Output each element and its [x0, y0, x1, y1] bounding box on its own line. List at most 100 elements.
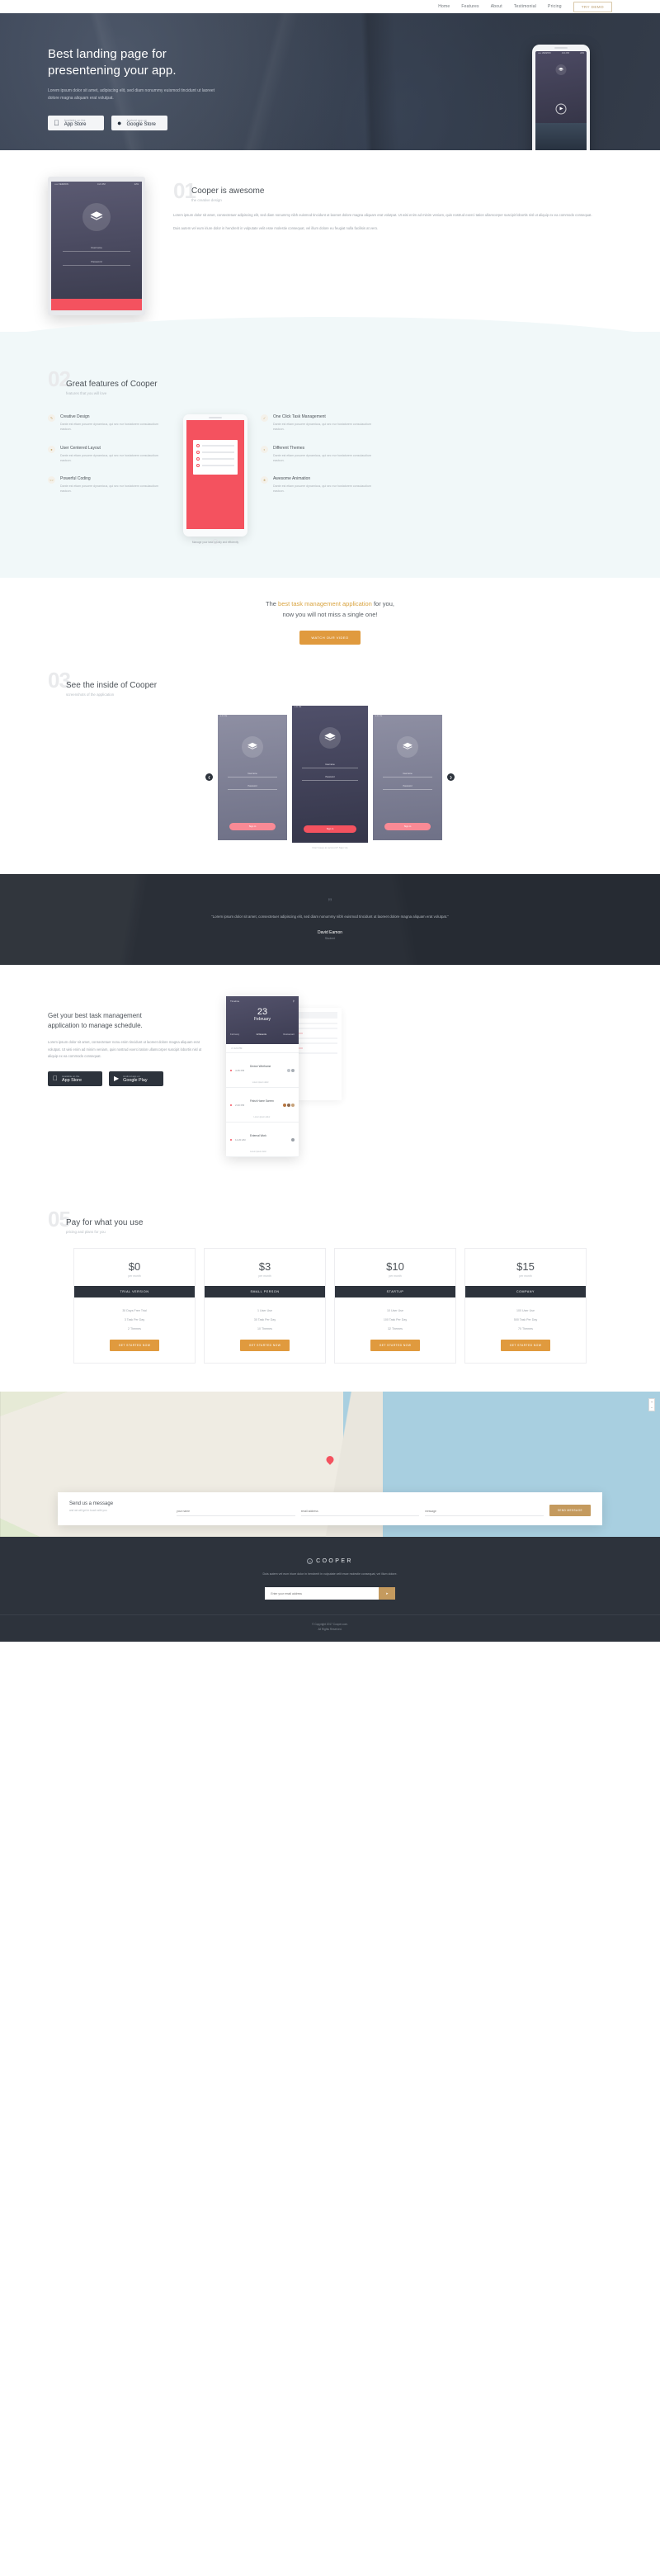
newsletter-form: ➤ — [0, 1587, 660, 1600]
hero-title-line1: Best landing page for — [48, 47, 167, 61]
item-time: 4:45 PM — [235, 1068, 245, 1072]
cta-pre: The — [266, 600, 279, 608]
bullet-icon — [230, 1069, 232, 1071]
map-section[interactable]: + − Send us a message and we will get in… — [0, 1392, 660, 1538]
phone-time: 4:21 PM — [561, 52, 569, 54]
timeline-tab-february[interactable]: February — [230, 1033, 239, 1036]
arrow-right-icon[interactable]: ➤ — [379, 1587, 395, 1600]
map-zoom-in-button[interactable]: + — [649, 1399, 654, 1405]
check-icon — [196, 457, 200, 461]
slide-password: Password — [383, 785, 432, 790]
plan-price: $15 — [516, 1260, 535, 1274]
section01-title: Cooper is awesome — [191, 187, 265, 196]
google-store-label: Google Store — [126, 122, 156, 127]
item-sub: Lorem ipsum dolor — [250, 1151, 266, 1154]
plan-tier: COMPANY — [465, 1286, 586, 1298]
avatar-group — [291, 1137, 295, 1141]
timeline-current-time: ⏱ 4:21 PM — [226, 1044, 299, 1054]
send-message-button[interactable]: SEND MESSAGE — [549, 1505, 591, 1517]
newsletter-email-input[interactable] — [265, 1587, 380, 1600]
timeline-card: Timeline ⚲ 23 February February 12 Event… — [226, 996, 299, 1158]
feature-text: Dante est etiam posuere dynamicus, qui s… — [60, 484, 159, 494]
nav-item-features[interactable]: Features — [461, 4, 478, 9]
plan-cta-button[interactable]: GET STARTED NOW — [370, 1340, 421, 1352]
plan-feature: 30 Days Free Trial — [122, 1308, 147, 1312]
nav-item-home[interactable]: Home — [438, 4, 450, 9]
chevron-right-icon[interactable]: ❯ — [447, 773, 455, 782]
section01-paragraph-1: Lorem ipsum dolor sit amet, consectetuer… — [173, 213, 592, 217]
plan-feature: 10 Themes — [257, 1326, 272, 1331]
contact-title: Send us a message — [69, 1501, 114, 1507]
slide-signin-button[interactable]: Sign in — [384, 822, 431, 830]
plan-feature: 10 User Use — [387, 1308, 403, 1312]
email-input[interactable] — [300, 1507, 420, 1517]
timeline-item[interactable]: 4:45 PM Device Wireframe Lorem ipsum dol… — [226, 1053, 299, 1089]
slide-center[interactable]: 4:21 PM Username Password Sign in — [292, 705, 368, 843]
section01-phone-mockup: ••••• VERIZON 4:21 PM 22% Username Passw… — [48, 177, 145, 315]
item-title: External Work — [250, 1134, 266, 1138]
name-input[interactable] — [177, 1507, 295, 1517]
search-icon[interactable]: ⚲ — [293, 1000, 295, 1003]
app-store-label: App Store — [59, 122, 87, 127]
map-zoom-controls[interactable]: + − — [648, 1398, 655, 1412]
plan-feature: 100 User Use — [516, 1308, 535, 1312]
section-great-features: 02 Great features of Cooper features tha… — [0, 316, 660, 579]
timeline-tab-events[interactable]: 12 Events — [257, 1033, 266, 1036]
map-zoom-out-button[interactable]: − — [649, 1405, 654, 1411]
slide-left[interactable]: 4:21 PM Username Password Sign in — [218, 714, 287, 840]
plan-feature: 500 Task Per Day — [513, 1317, 538, 1321]
chevron-left-icon[interactable]: ❮ — [205, 773, 213, 782]
slide-password: Password — [302, 776, 358, 781]
nav-item-testimonial[interactable]: Testimonial — [514, 4, 536, 9]
testimonial-section: ” “Lorem ipsum dolor sit amet, consectet… — [0, 873, 660, 966]
plan-cta-button[interactable]: GET STARTED NOW — [500, 1340, 551, 1352]
google-store-button[interactable]: ● Android app on Google Store — [111, 116, 167, 130]
feature-item: ◐ Different Themes Dante est etiam posue… — [261, 445, 383, 464]
app-store-button[interactable]:  Available on the App Store — [48, 116, 104, 130]
hero-phone-screen: ••••• VERIZON 4:21 PM 22% — [535, 51, 587, 150]
try-demo-button[interactable]: TRY DEMO — [573, 1, 612, 12]
feature-title: Different Themes — [273, 445, 305, 451]
plan-feature: 100 Task Per Day — [383, 1317, 408, 1321]
play-button-icon[interactable] — [555, 103, 567, 115]
feature-text: Dante est etiam posuere dynamicus, qui s… — [273, 484, 372, 494]
slide-username: Username — [228, 773, 277, 778]
slide-username: Username — [302, 763, 358, 768]
message-input[interactable] — [425, 1507, 544, 1517]
timeline-tab-restaurant[interactable]: Restaurant — [283, 1033, 295, 1036]
timeline-item[interactable]: 2:20 PM Finish Home Screen Lorem ipsum d… — [226, 1088, 299, 1123]
bullet-icon — [230, 1138, 232, 1141]
hero-title-line2: presentening your app. — [48, 64, 177, 78]
section-inside-cooper: 03 See the inside of Cooper screenshots … — [0, 668, 660, 874]
section01-signin-button[interactable] — [51, 299, 142, 310]
app-store-button-2[interactable]:  Available on the App Store — [48, 1071, 102, 1086]
pricing-plans: $0 per month TRIAL VERSION 30 Days Free … — [35, 1248, 625, 1364]
footer: ◇ COOPER Duis autem vel eum iriure dolor… — [0, 1537, 660, 1642]
timeline-card-header: Timeline ⚲ 23 February February 12 Event… — [226, 996, 299, 1045]
plan-cta-button[interactable]: GET STARTED NOW — [239, 1340, 290, 1352]
slide-time: 4:21 PM — [220, 715, 228, 717]
section-pricing: 05 Pay for what you use pricing and plan… — [0, 1185, 660, 1392]
android-icon: ● — [117, 118, 122, 127]
username-field[interactable]: Username — [63, 246, 130, 252]
plan-cta-button[interactable]: GET STARTED NOW — [109, 1340, 160, 1352]
slide-signin-button[interactable]: Sign in — [304, 825, 356, 833]
nav-item-pricing[interactable]: Pricing — [548, 4, 562, 9]
timeline-month: February — [253, 1017, 271, 1023]
phone-battery: 22% — [580, 52, 584, 54]
feature-title: Creative Design — [60, 414, 90, 419]
cta-highlight: best task management application — [278, 600, 372, 608]
features-column-left: ✎ Creative Design Dante est etiam posuer… — [48, 414, 170, 508]
hero-paragraph: Lorem ipsum dolor sit amet, adipiscing e… — [48, 87, 215, 101]
section01-subtitle: the creative design — [191, 198, 222, 202]
pricing-plan-trial: $0 per month TRIAL VERSION 30 Days Free … — [73, 1248, 196, 1364]
timeline-item[interactable]: 11:20 AM External Work Lorem ipsum dolor — [226, 1123, 299, 1158]
slide-signin-button[interactable]: Sign in — [229, 822, 276, 830]
password-field[interactable]: Password — [63, 260, 130, 266]
slide-password: Password — [228, 785, 277, 790]
nav-item-about[interactable]: About — [491, 4, 502, 9]
slide-right[interactable]: 4:21 PM Username Password Sign in — [373, 714, 442, 840]
google-play-button[interactable]: ▶ Android app on Google Play — [109, 1071, 163, 1086]
feature-title: Powerful Coding — [60, 476, 91, 482]
watch-video-button[interactable]: WATCH OUR VIDEO — [299, 630, 361, 645]
